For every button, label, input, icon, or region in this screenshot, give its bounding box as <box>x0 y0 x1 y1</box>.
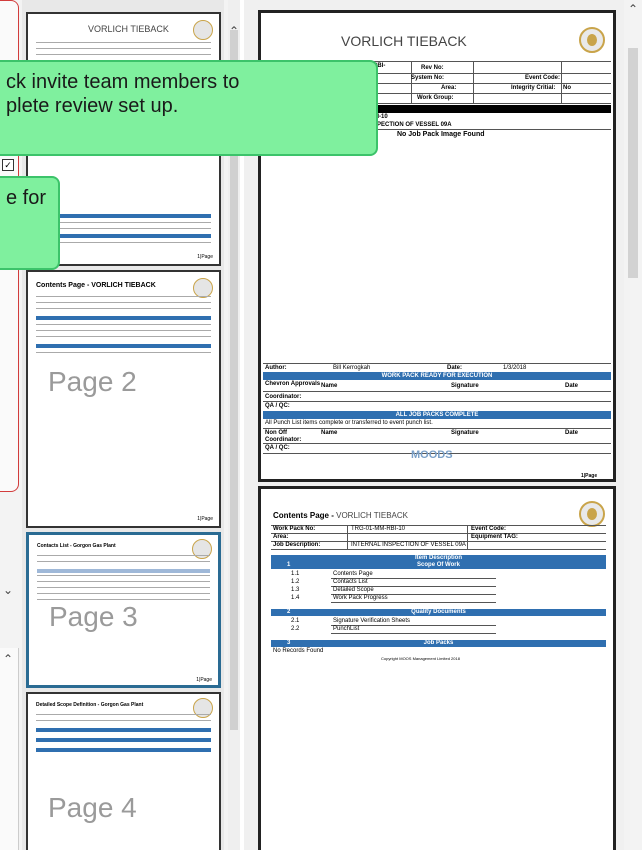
area-label: Area: <box>441 85 457 91</box>
work-pack-no-value: TRG-01-MM-RBI-10 <box>351 526 406 532</box>
contents-link[interactable]: Contents Page <box>333 571 373 577</box>
section-1-header: 1 Scope Of Work <box>271 562 606 569</box>
item-description-header: Item Description <box>271 555 606 562</box>
document-page-2: Contents Page - VORLICH TIEBACK Work Pac… <box>258 486 616 850</box>
tooltip-secondary[interactable]: e for <box>0 176 60 270</box>
signature-column-2: Signature <box>451 430 479 436</box>
thumbnail-title: Contents Page - VORLICH TIEBACK <box>36 282 156 289</box>
punch-list-note: All Punch List items complete or transfe… <box>265 420 433 426</box>
contents-link[interactable]: Detailed Scope <box>333 587 374 593</box>
contents-link[interactable]: PunchList <box>333 626 359 632</box>
section-2-title: Quality Documents <box>411 609 466 615</box>
contents-title: Contents Page - VORLICH TIEBACK <box>273 511 408 520</box>
page-label: Page 2 <box>48 366 137 397</box>
chevron-down-icon[interactable]: ⌄ <box>3 583 13 597</box>
item-number: 1.4 <box>291 595 300 601</box>
item-number: 2.1 <box>291 618 300 624</box>
section-3-title: Job Packs <box>423 640 454 646</box>
contents-title-bold: Contents Page - <box>273 511 337 520</box>
item-number: 1.2 <box>291 579 300 585</box>
company-logo <box>193 278 213 298</box>
moods-logo: MOODS <box>411 449 453 461</box>
checkbox[interactable]: ✓ <box>2 159 14 171</box>
section-2-header: 2 Quality Documents <box>271 609 606 616</box>
non-off-label: Non Off <box>265 430 287 436</box>
author-label: Author: <box>265 365 287 371</box>
company-logo <box>193 20 213 40</box>
job-packs-complete-bar: ALL JOB PACKS COMPLETE <box>263 411 611 419</box>
chevron-approvals-label: Chevron Approvals <box>265 381 321 387</box>
qaqc-label: QA / QC: <box>265 403 290 409</box>
page-label: Page 4 <box>48 792 137 823</box>
name-column-2: Name <box>321 430 338 436</box>
company-logo <box>579 501 605 527</box>
section-3-number: 3 <box>287 640 291 646</box>
date-column: Date <box>565 383 579 389</box>
thumbnail-title: Contacts List - Gorgon Gas Plant <box>37 543 116 549</box>
company-logo <box>579 27 605 53</box>
date-column-2: Date <box>565 430 579 436</box>
section-1-number: 1 <box>287 562 291 568</box>
system-no-label: System No: <box>411 75 445 81</box>
contents-link[interactable]: Signature Verification Sheets <box>333 618 410 624</box>
work-pack-no-label: Work Pack No: <box>273 526 316 532</box>
coordinator-label: Coordinator: <box>265 394 302 400</box>
event-code-label: Event Code: <box>525 75 561 81</box>
signature-column: Signature <box>451 383 479 389</box>
page-thumbnail-2[interactable]: Contents Page - VORLICH TIEBACK Page 2 1… <box>26 270 221 528</box>
work-group-label: Work Group: <box>417 95 454 101</box>
scrollbar-thumb[interactable] <box>628 48 638 278</box>
area-label: Area: <box>273 534 289 540</box>
job-description: SPECTION OF VESSEL 09A <box>373 122 452 128</box>
date-value: 1/3/2018 <box>503 365 527 371</box>
item-number: 1.1 <box>291 571 300 577</box>
chevron-up-icon[interactable]: ⌃ <box>229 24 239 38</box>
thumbnail-title: Detailed Scope Definition - Gorgon Gas P… <box>36 702 144 708</box>
item-number: 2.2 <box>291 626 300 632</box>
section-3-header: 3 Job Packs <box>271 640 606 647</box>
author-value: Bill Kerrogkah <box>333 365 371 371</box>
section-1-title: Scope Of Work <box>417 562 460 568</box>
chevron-up-icon[interactable]: ⌃ <box>628 2 638 16</box>
no-image-message: No Job Pack Image Found <box>397 131 485 138</box>
event-code-label: Event Code: <box>471 526 507 532</box>
integrity-critical-value: No <box>563 85 571 91</box>
qaqc-label-2: QA / QC: <box>265 445 290 451</box>
rev-no-label: Rev No: <box>421 65 444 71</box>
job-description-label: Job Description: <box>273 542 321 548</box>
contents-title-brand: VORLICH TIEBACK <box>336 511 408 520</box>
ready-for-execution-bar: WORK PACK READY FOR EXECUTION <box>263 372 611 380</box>
integrity-critical-label: Integrity Critial: <box>511 85 556 91</box>
job-description-value: INTERNAL INSPECTION OF VESSEL 09A <box>351 542 466 548</box>
document-scrollbar[interactable]: ⌃ <box>624 0 642 850</box>
page-thumbnail-3[interactable]: Contacts List - Gorgon Gas Plant Page 3 … <box>26 532 221 688</box>
page-number: 1|Page <box>581 473 598 479</box>
page-title: VORLICH TIEBACK <box>341 33 467 49</box>
name-column: Name <box>321 383 338 389</box>
section-2-number: 2 <box>287 609 291 615</box>
contents-link[interactable]: Work Pack Progress <box>333 595 388 601</box>
page-thumbnail-4[interactable]: Detailed Scope Definition - Gorgon Gas P… <box>26 692 221 850</box>
item-number: 1.3 <box>291 587 300 593</box>
invite-tooltip[interactable]: ck invite team members to plete review s… <box>0 60 378 156</box>
copyright: Copyright MOOS Management Limited 2018 <box>381 656 460 661</box>
page-label: Page 3 <box>49 601 138 632</box>
equipment-tag-label: Equipment TAG: <box>471 534 518 540</box>
chevron-up-icon[interactable]: ⌃ <box>3 652 13 666</box>
thumbnail-title: VORLICH TIEBACK <box>88 24 169 34</box>
contents-link[interactable]: Contacts List <box>333 579 368 585</box>
date-label: Date: <box>447 365 463 371</box>
left-card-lower: ⌃ <box>0 648 19 850</box>
no-records-message: No Records Found <box>273 648 324 654</box>
